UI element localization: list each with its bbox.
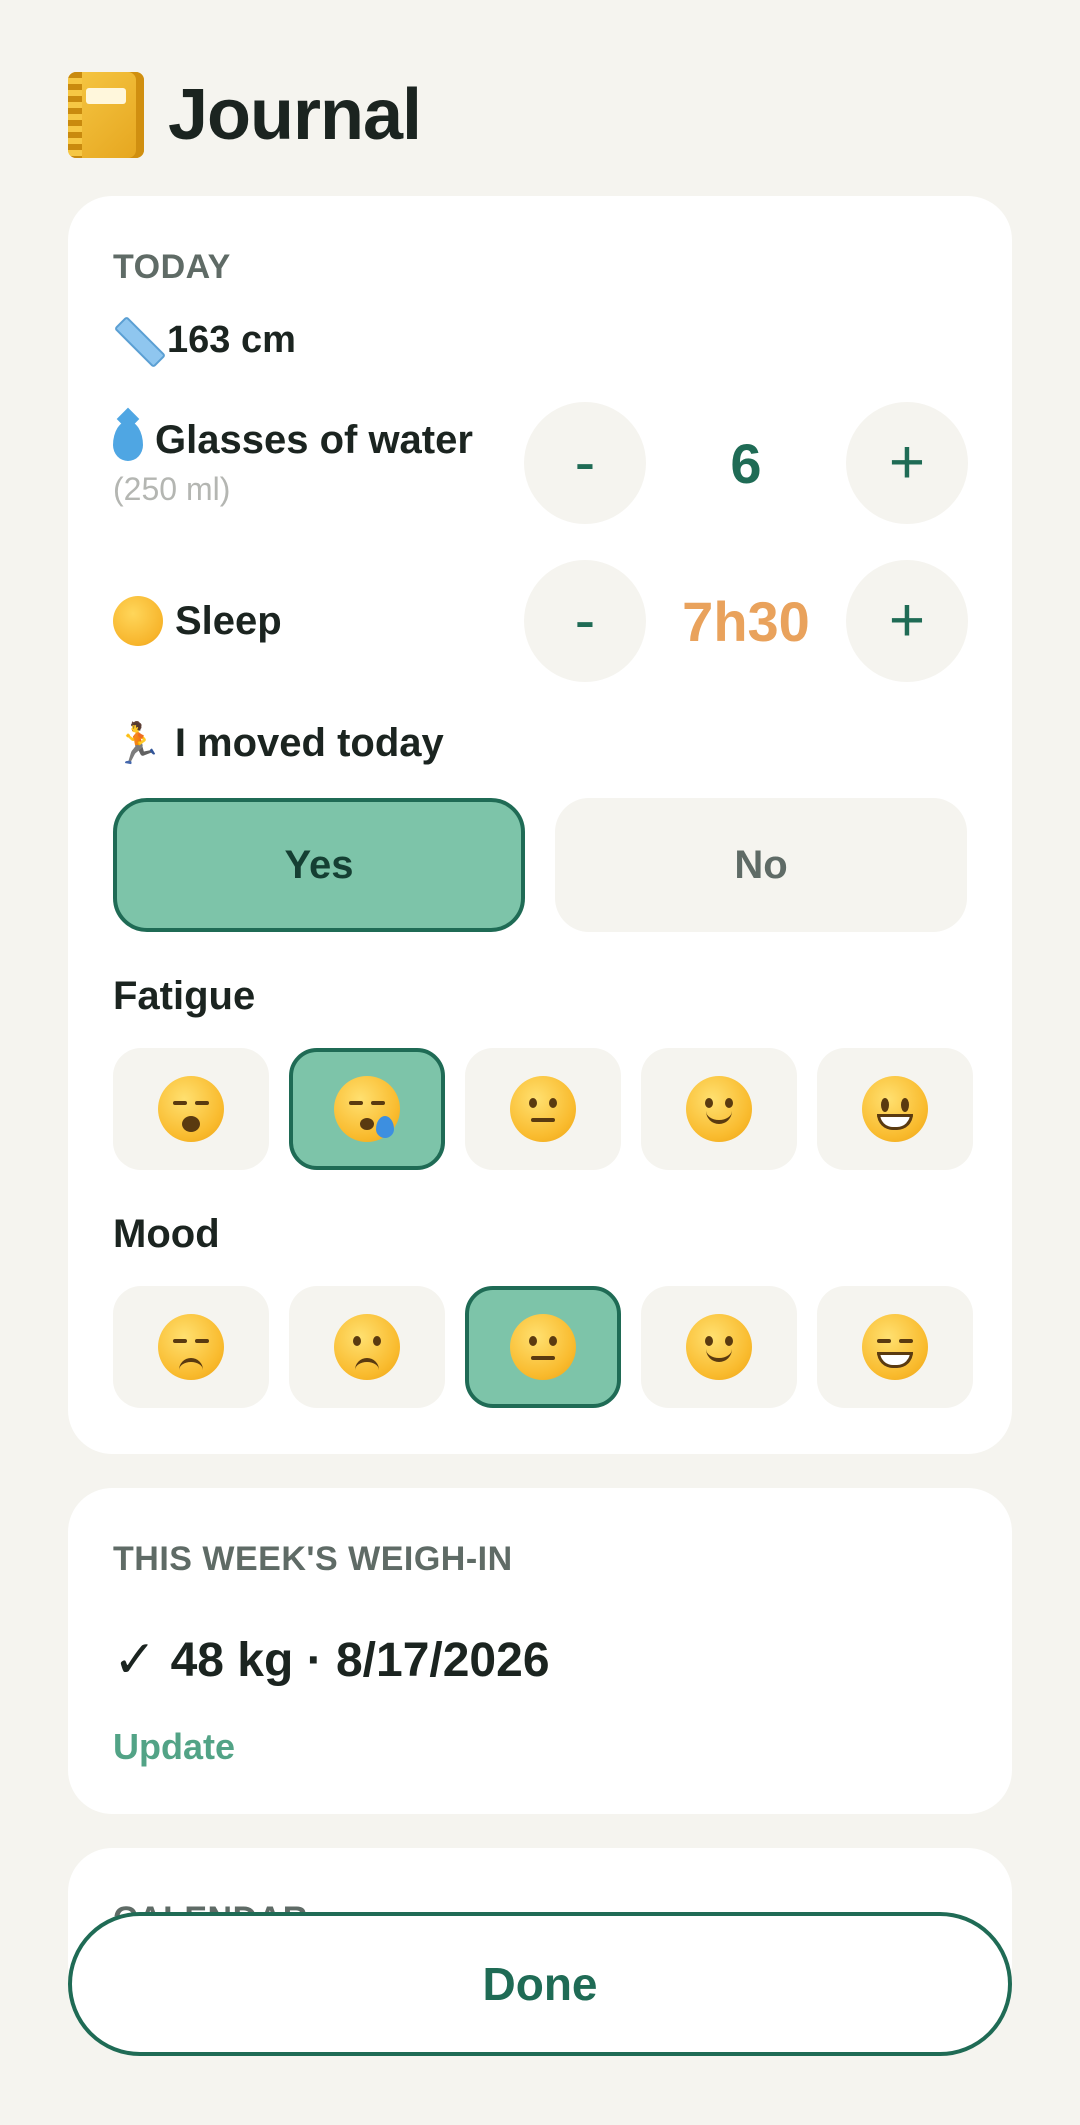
sleeping-face-icon	[113, 596, 163, 646]
water-increment-button[interactable]: +	[846, 402, 968, 524]
sleep-increment-button[interactable]: +	[846, 560, 968, 682]
height-row: 163 cm	[113, 318, 296, 362]
grinning-face-icon	[862, 1314, 928, 1380]
fatigue-option-sleepy[interactable]	[289, 1048, 445, 1170]
sleep-label: Sleep	[113, 596, 524, 646]
weigh-in-card: THIS WEEK'S WEIGH-IN ✓ 48 kg · 8/17/2026…	[68, 1488, 1012, 1814]
mood-option-neutral[interactable]	[465, 1286, 621, 1408]
sleep-decrement-button[interactable]: -	[524, 560, 646, 682]
check-icon: ✓	[113, 1631, 157, 1689]
today-card: TODAY 163 cm Glasses of water (250 ml) -…	[68, 196, 1012, 1454]
fatigue-option-weary[interactable]	[113, 1048, 269, 1170]
page-header: Journal	[68, 72, 422, 158]
height-value: 163 cm	[167, 318, 296, 361]
done-button[interactable]: Done	[68, 1912, 1012, 2056]
fatigue-option-neutral[interactable]	[465, 1048, 621, 1170]
slightly-frowning-face-icon	[334, 1314, 400, 1380]
weigh-in-section-label: THIS WEEK'S WEIGH-IN	[113, 1540, 513, 1578]
fatigue-option-slight-smile[interactable]	[641, 1048, 797, 1170]
running-person-icon: 🏃	[113, 721, 163, 767]
weary-face-icon	[158, 1076, 224, 1142]
water-sublabel: (250 ml)	[113, 471, 231, 507]
fatigue-option-smiley[interactable]	[817, 1048, 973, 1170]
mood-option-slightly-frowning[interactable]	[289, 1286, 445, 1408]
moved-toggle: Yes No	[113, 798, 967, 932]
sleep-label-text: Sleep	[175, 598, 282, 643]
sleepy-face-icon	[334, 1076, 400, 1142]
water-decrement-button[interactable]: -	[524, 402, 646, 524]
notebook-icon	[68, 72, 144, 158]
moved-no-button[interactable]: No	[555, 798, 967, 932]
weigh-in-value: 48 kg · 8/17/2026	[170, 1633, 550, 1687]
moved-label-text: I moved today	[174, 721, 444, 765]
water-row: Glasses of water (250 ml) - 6 +	[113, 402, 968, 524]
slightly-smiling-face-icon	[686, 1076, 752, 1142]
water-value: 6	[730, 431, 762, 495]
mood-option-disappointed[interactable]	[113, 1286, 269, 1408]
mood-option-grinning[interactable]	[817, 1286, 973, 1408]
mood-scale	[113, 1286, 973, 1408]
mood-option-slight-smile[interactable]	[641, 1286, 797, 1408]
moved-yes-button[interactable]: Yes	[113, 798, 525, 932]
water-drop-icon	[113, 420, 143, 461]
fatigue-scale	[113, 1048, 973, 1170]
moved-label: 🏃 I moved today	[113, 720, 444, 767]
smiley-face-icon	[862, 1076, 928, 1142]
fatigue-label: Fatigue	[113, 974, 256, 1018]
neutral-face-icon	[510, 1076, 576, 1142]
today-section-label: TODAY	[113, 248, 231, 286]
weigh-in-value-row: ✓ 48 kg · 8/17/2026	[113, 1630, 550, 1690]
weigh-in-update-link[interactable]: Update	[113, 1726, 235, 1768]
water-label: Glasses of water	[113, 418, 524, 463]
ruler-icon	[113, 318, 157, 362]
sleep-row: Sleep - 7h30 +	[113, 560, 968, 682]
page-title: Journal	[168, 75, 422, 155]
slightly-smiling-face-icon	[686, 1314, 752, 1380]
sleep-value: 7h30	[682, 589, 810, 653]
disappointed-face-icon	[158, 1314, 224, 1380]
neutral-face-icon	[510, 1314, 576, 1380]
mood-label: Mood	[113, 1212, 220, 1256]
water-label-text: Glasses of water	[155, 418, 473, 462]
